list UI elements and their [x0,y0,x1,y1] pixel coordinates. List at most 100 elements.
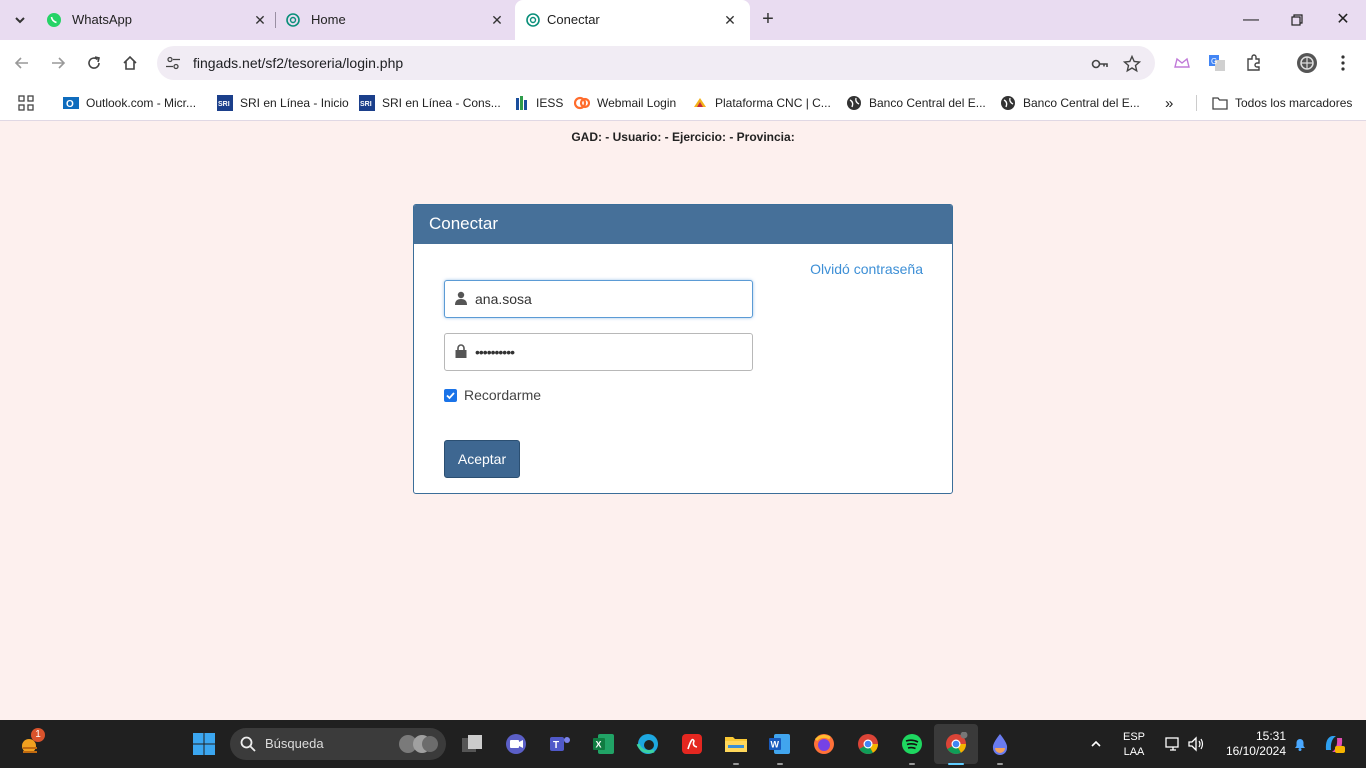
bookmark-banco-central-2[interactable]: Banco Central del E... [1000,93,1140,113]
excel-icon[interactable]: X [592,732,616,756]
sri-icon: SRI [217,95,233,111]
password-field[interactable]: •••••••••• [444,333,753,371]
tab-search-chevron-icon[interactable] [8,8,32,32]
openai-icon [285,12,301,28]
iess-icon [513,95,529,111]
forward-icon[interactable] [47,52,69,74]
password-value: •••••••••• [475,344,515,360]
back-icon[interactable] [11,52,33,74]
menu-kebab-icon[interactable] [1332,52,1354,74]
chrome-icon[interactable] [856,732,880,756]
meet-icon[interactable] [504,732,528,756]
svg-text:W: W [771,740,780,750]
svg-text:SRI: SRI [218,101,230,108]
drop-app-icon[interactable] [988,732,1012,756]
username-field[interactable]: ana.sosa [444,280,753,318]
apps-grid-icon[interactable] [18,93,34,113]
more-bookmarks-chevron-icon[interactable]: » [1165,93,1173,113]
svg-text:T: T [553,740,559,751]
show-hidden-icons-chevron-icon[interactable] [1084,732,1108,756]
task-view-icon[interactable] [460,732,484,756]
taskbar-search[interactable]: Búsqueda [230,728,446,760]
clock[interactable]: 15:31 16/10/2024 [1216,729,1286,759]
language-indicator[interactable]: ESP LAA [1120,731,1148,759]
bookmark-banco-central-1[interactable]: Banco Central del E... [846,93,986,113]
copilot-icon[interactable] [1322,732,1346,756]
search-placeholder: Búsqueda [265,736,324,751]
bookmark-label: IESS [536,96,564,110]
tab-conectar[interactable]: Conectar ✕ [515,0,750,40]
translate-icon[interactable]: G [1206,52,1228,74]
forgot-password-link[interactable]: Olvidó contraseña [810,261,923,277]
chrome-profile-icon[interactable] [944,732,968,756]
crown-extension-icon[interactable] [1171,52,1193,74]
bookmark-outlook[interactable]: O Outlook.com - Micr... [63,93,196,113]
word-icon[interactable]: W [768,732,792,756]
tab-whatsapp[interactable]: WhatsApp ✕ [46,6,270,34]
username-value: ana.sosa [475,291,532,307]
bookmark-label: SRI en Línea - Cons... [382,96,501,110]
close-tab-icon[interactable]: ✕ [487,10,507,30]
key-icon[interactable] [1090,54,1110,74]
globe-icon [1000,95,1016,111]
user-icon [454,291,468,305]
notification-bell-icon[interactable] [1288,732,1312,756]
cnc-icon [692,95,708,111]
remember-checkbox[interactable] [444,389,457,402]
restore-icon[interactable] [1285,8,1309,32]
network-icon[interactable] [1161,732,1185,756]
language-code: ESP [1122,731,1145,743]
svg-text:G: G [1211,57,1217,66]
edge-icon[interactable] [636,732,660,756]
address-bar[interactable]: fingads.net/sf2/tesoreria/login.php [157,46,1155,80]
bookmark-label: Banco Central del E... [869,96,986,110]
tab-divider [275,12,276,28]
active-indicator [948,763,964,765]
bookmark-webmail[interactable]: Webmail Login [574,93,676,113]
windows-start-icon[interactable] [192,732,216,756]
spotify-icon[interactable] [900,732,924,756]
browser-toolbar: fingads.net/sf2/tesoreria/login.php G [0,40,1366,86]
minimize-icon[interactable]: — [1239,8,1263,32]
status-line: GAD: - Usuario: - Ejercicio: - Provincia… [571,130,795,144]
page-content: GAD: - Usuario: - Ejercicio: - Provincia… [0,121,1366,720]
teams-icon[interactable]: T [548,732,572,756]
bookmark-iess[interactable]: IESS [513,93,563,113]
site-info-icon[interactable] [165,55,181,71]
globe-icon [846,95,862,111]
tab-home[interactable]: Home ✕ [285,6,507,34]
close-tab-icon[interactable]: ✕ [250,10,270,30]
bookmark-sri-inicio[interactable]: SRI SRI en Línea - Inicio [217,93,349,113]
clock-date: 16/10/2024 [1225,744,1286,758]
sri-icon: SRI [359,95,375,111]
acrobat-icon[interactable] [680,732,704,756]
star-icon[interactable] [1122,54,1142,74]
svg-text:SRI: SRI [360,101,372,108]
bookmark-label: Plataforma CNC | C... [715,96,831,110]
clock-time: 15:31 [1255,729,1286,743]
extensions-icon[interactable] [1243,52,1265,74]
profile-avatar[interactable] [1296,52,1318,74]
close-tab-icon[interactable]: ✕ [720,10,740,30]
close-window-icon[interactable]: ✕ [1331,8,1355,32]
folder-icon [1212,95,1228,111]
search-icon [240,736,256,752]
bookmark-sri-consulta[interactable]: SRI SRI en Línea - Cons... [359,93,501,113]
cpanel-icon [574,95,590,111]
reload-icon[interactable] [83,52,105,74]
openai-icon [525,12,541,28]
bookmark-label: Banco Central del E... [1023,96,1140,110]
weather-badge: 1 [31,728,45,742]
volume-icon[interactable] [1184,732,1208,756]
whatsapp-icon [46,12,62,28]
new-tab-button[interactable]: + [757,9,779,31]
remember-label: Recordarme [464,387,542,403]
accept-button[interactable]: Aceptar [444,440,520,478]
all-bookmarks-button[interactable]: Todos los marcadores [1212,93,1352,113]
outlook-icon: O [63,95,79,111]
login-panel: Conectar Olvidó contraseña ana.sosa ••••… [413,204,953,494]
file-explorer-icon[interactable] [724,732,748,756]
firefox-icon[interactable] [812,732,836,756]
bookmark-cnc[interactable]: Plataforma CNC | C... [692,93,831,113]
home-icon[interactable] [119,52,141,74]
